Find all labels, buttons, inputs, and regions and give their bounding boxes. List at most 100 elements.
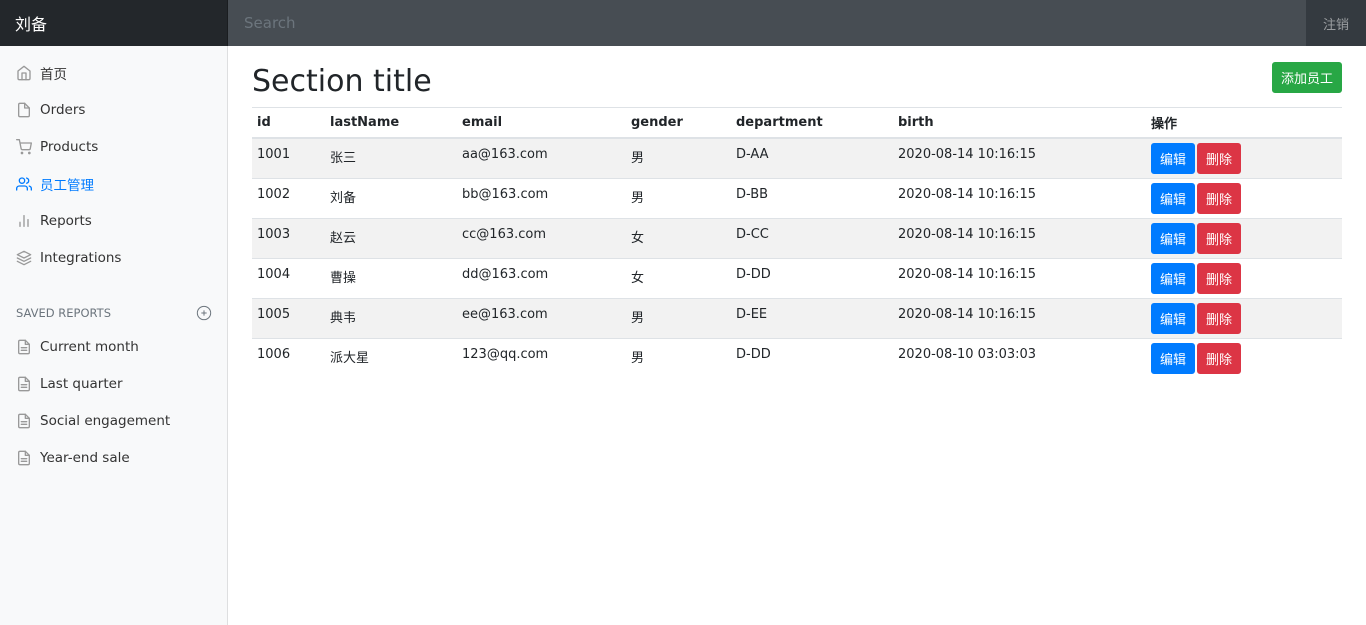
saved-report-label: Social engagement	[40, 412, 171, 429]
cell-department: D-DD	[731, 337, 893, 378]
cell-id: 1003	[252, 217, 325, 258]
column-header-department: department	[731, 108, 893, 139]
cell-gender: 女	[626, 217, 731, 258]
search-input[interactable]	[228, 0, 1306, 46]
sidebar-item-reports[interactable]: Reports	[0, 202, 228, 239]
table-header-row: id lastName email gender department birt…	[252, 108, 1342, 139]
cell-email: ee@163.com	[457, 297, 626, 338]
sidebar-item-label: Products	[40, 138, 99, 155]
edit-button[interactable]: 编辑	[1151, 142, 1196, 174]
edit-button[interactable]: 编辑	[1151, 222, 1196, 254]
saved-report-label: Year-end sale	[40, 449, 130, 466]
cell-department: D-BB	[731, 177, 893, 218]
saved-report-label: Current month	[40, 338, 139, 355]
delete-button[interactable]: 删除	[1197, 182, 1242, 214]
table-row: 1004 曹操 dd@163.com 女 D-DD 2020-08-14 10:…	[252, 257, 1342, 298]
cell-birth: 2020-08-10 03:03:03	[893, 337, 1146, 378]
edit-button[interactable]: 编辑	[1151, 342, 1196, 374]
cell-id: 1005	[252, 297, 325, 338]
cell-id: 1002	[252, 177, 325, 218]
cell-birth: 2020-08-14 10:16:15	[893, 297, 1146, 338]
saved-report-label: Last quarter	[40, 375, 123, 392]
main-content: Section title 添加员工 id lastName email gen…	[252, 46, 1342, 378]
sidebar-item-label: Integrations	[40, 249, 122, 266]
cell-birth: 2020-08-14 10:16:15	[893, 137, 1146, 178]
column-header-email: email	[457, 108, 626, 139]
employee-table: id lastName email gender department birt…	[252, 108, 1342, 378]
sidebar-item-label: Orders	[40, 101, 86, 118]
table-row: 1006 派大星 123@qq.com 男 D-DD 2020-08-10 03…	[252, 337, 1342, 378]
cell-actions: 编辑 删除	[1146, 337, 1342, 378]
cell-email: bb@163.com	[457, 177, 626, 218]
edit-button[interactable]: 编辑	[1151, 262, 1196, 294]
edit-button[interactable]: 编辑	[1151, 182, 1196, 214]
delete-button[interactable]: 删除	[1197, 142, 1242, 174]
bar-chart-icon	[19, 214, 29, 227]
home-icon	[17, 65, 31, 80]
cell-actions: 编辑 删除	[1146, 177, 1342, 218]
delete-button[interactable]: 删除	[1197, 342, 1242, 374]
file-icon	[18, 102, 30, 117]
column-header-id: id	[252, 108, 325, 139]
sidebar-item-home[interactable]: 首页	[0, 54, 228, 91]
cell-department: D-EE	[731, 297, 893, 338]
sidebar-nav: 首页 Orders Products 员工管理 Reports Integrat…	[0, 46, 228, 276]
shopping-cart-icon	[16, 138, 32, 154]
layers-icon	[16, 250, 32, 265]
cell-lastname: 典韦	[325, 297, 457, 338]
cell-email: aa@163.com	[457, 137, 626, 178]
sidebar: 首页 Orders Products 员工管理 Reports Integrat…	[0, 46, 228, 625]
cell-lastname: 刘备	[325, 177, 457, 218]
cell-id: 1004	[252, 257, 325, 298]
add-employee-button[interactable]: 添加员工	[1271, 62, 1342, 93]
delete-button[interactable]: 删除	[1197, 302, 1242, 334]
top-navbar: 刘备 注销	[0, 0, 1366, 46]
sidebar-item-label: 首页	[40, 66, 67, 83]
sidebar-item-products[interactable]: Products	[0, 128, 228, 165]
sidebar-item-label: 员工管理	[40, 177, 94, 194]
cell-actions: 编辑 删除	[1146, 297, 1342, 338]
delete-button[interactable]: 删除	[1197, 222, 1242, 254]
file-text-icon	[18, 413, 30, 428]
cell-gender: 男	[626, 137, 731, 178]
saved-reports-heading: SAVED REPORTS	[0, 302, 228, 324]
column-header-actions: 操作	[1146, 108, 1342, 139]
cell-department: D-CC	[731, 217, 893, 258]
table-row: 1002 刘备 bb@163.com 男 D-BB 2020-08-14 10:…	[252, 177, 1342, 218]
saved-reports-list: Current month Last quarter Social engage…	[0, 324, 228, 476]
cell-department: D-DD	[731, 257, 893, 298]
edit-button[interactable]: 编辑	[1151, 302, 1196, 334]
cell-actions: 编辑 删除	[1146, 257, 1342, 298]
page-header: Section title 添加员工	[252, 46, 1342, 108]
cell-id: 1001	[252, 137, 325, 178]
cell-birth: 2020-08-14 10:16:15	[893, 217, 1146, 258]
cell-gender: 男	[626, 337, 731, 378]
sidebar-item-employees[interactable]: 员工管理	[0, 165, 228, 202]
signout-link[interactable]: 注销	[1306, 0, 1366, 46]
column-header-gender: gender	[626, 108, 731, 139]
saved-report-year-end-sale[interactable]: Year-end sale	[0, 439, 228, 476]
page-title: Section title	[252, 64, 432, 99]
saved-report-last-quarter[interactable]: Last quarter	[0, 365, 228, 402]
sidebar-item-integrations[interactable]: Integrations	[0, 239, 228, 276]
cell-actions: 编辑 删除	[1146, 137, 1342, 178]
sidebar-item-label: Reports	[40, 212, 92, 229]
sidebar-item-orders[interactable]: Orders	[0, 91, 228, 128]
cell-gender: 男	[626, 297, 731, 338]
cell-gender: 男	[626, 177, 731, 218]
cell-id: 1006	[252, 337, 325, 378]
cell-birth: 2020-08-14 10:16:15	[893, 257, 1146, 298]
plus-circle-icon[interactable]	[196, 305, 212, 321]
brand-name[interactable]: 刘备	[0, 0, 228, 46]
cell-lastname: 赵云	[325, 217, 457, 258]
cell-gender: 女	[626, 257, 731, 298]
saved-report-current-month[interactable]: Current month	[0, 328, 228, 365]
cell-lastname: 张三	[325, 137, 457, 178]
file-text-icon	[18, 339, 30, 354]
cell-email: cc@163.com	[457, 217, 626, 258]
saved-report-social-engagement[interactable]: Social engagement	[0, 402, 228, 439]
cell-email: dd@163.com	[457, 257, 626, 298]
file-text-icon	[18, 450, 30, 465]
delete-button[interactable]: 删除	[1197, 262, 1242, 294]
column-header-birth: birth	[893, 108, 1146, 139]
